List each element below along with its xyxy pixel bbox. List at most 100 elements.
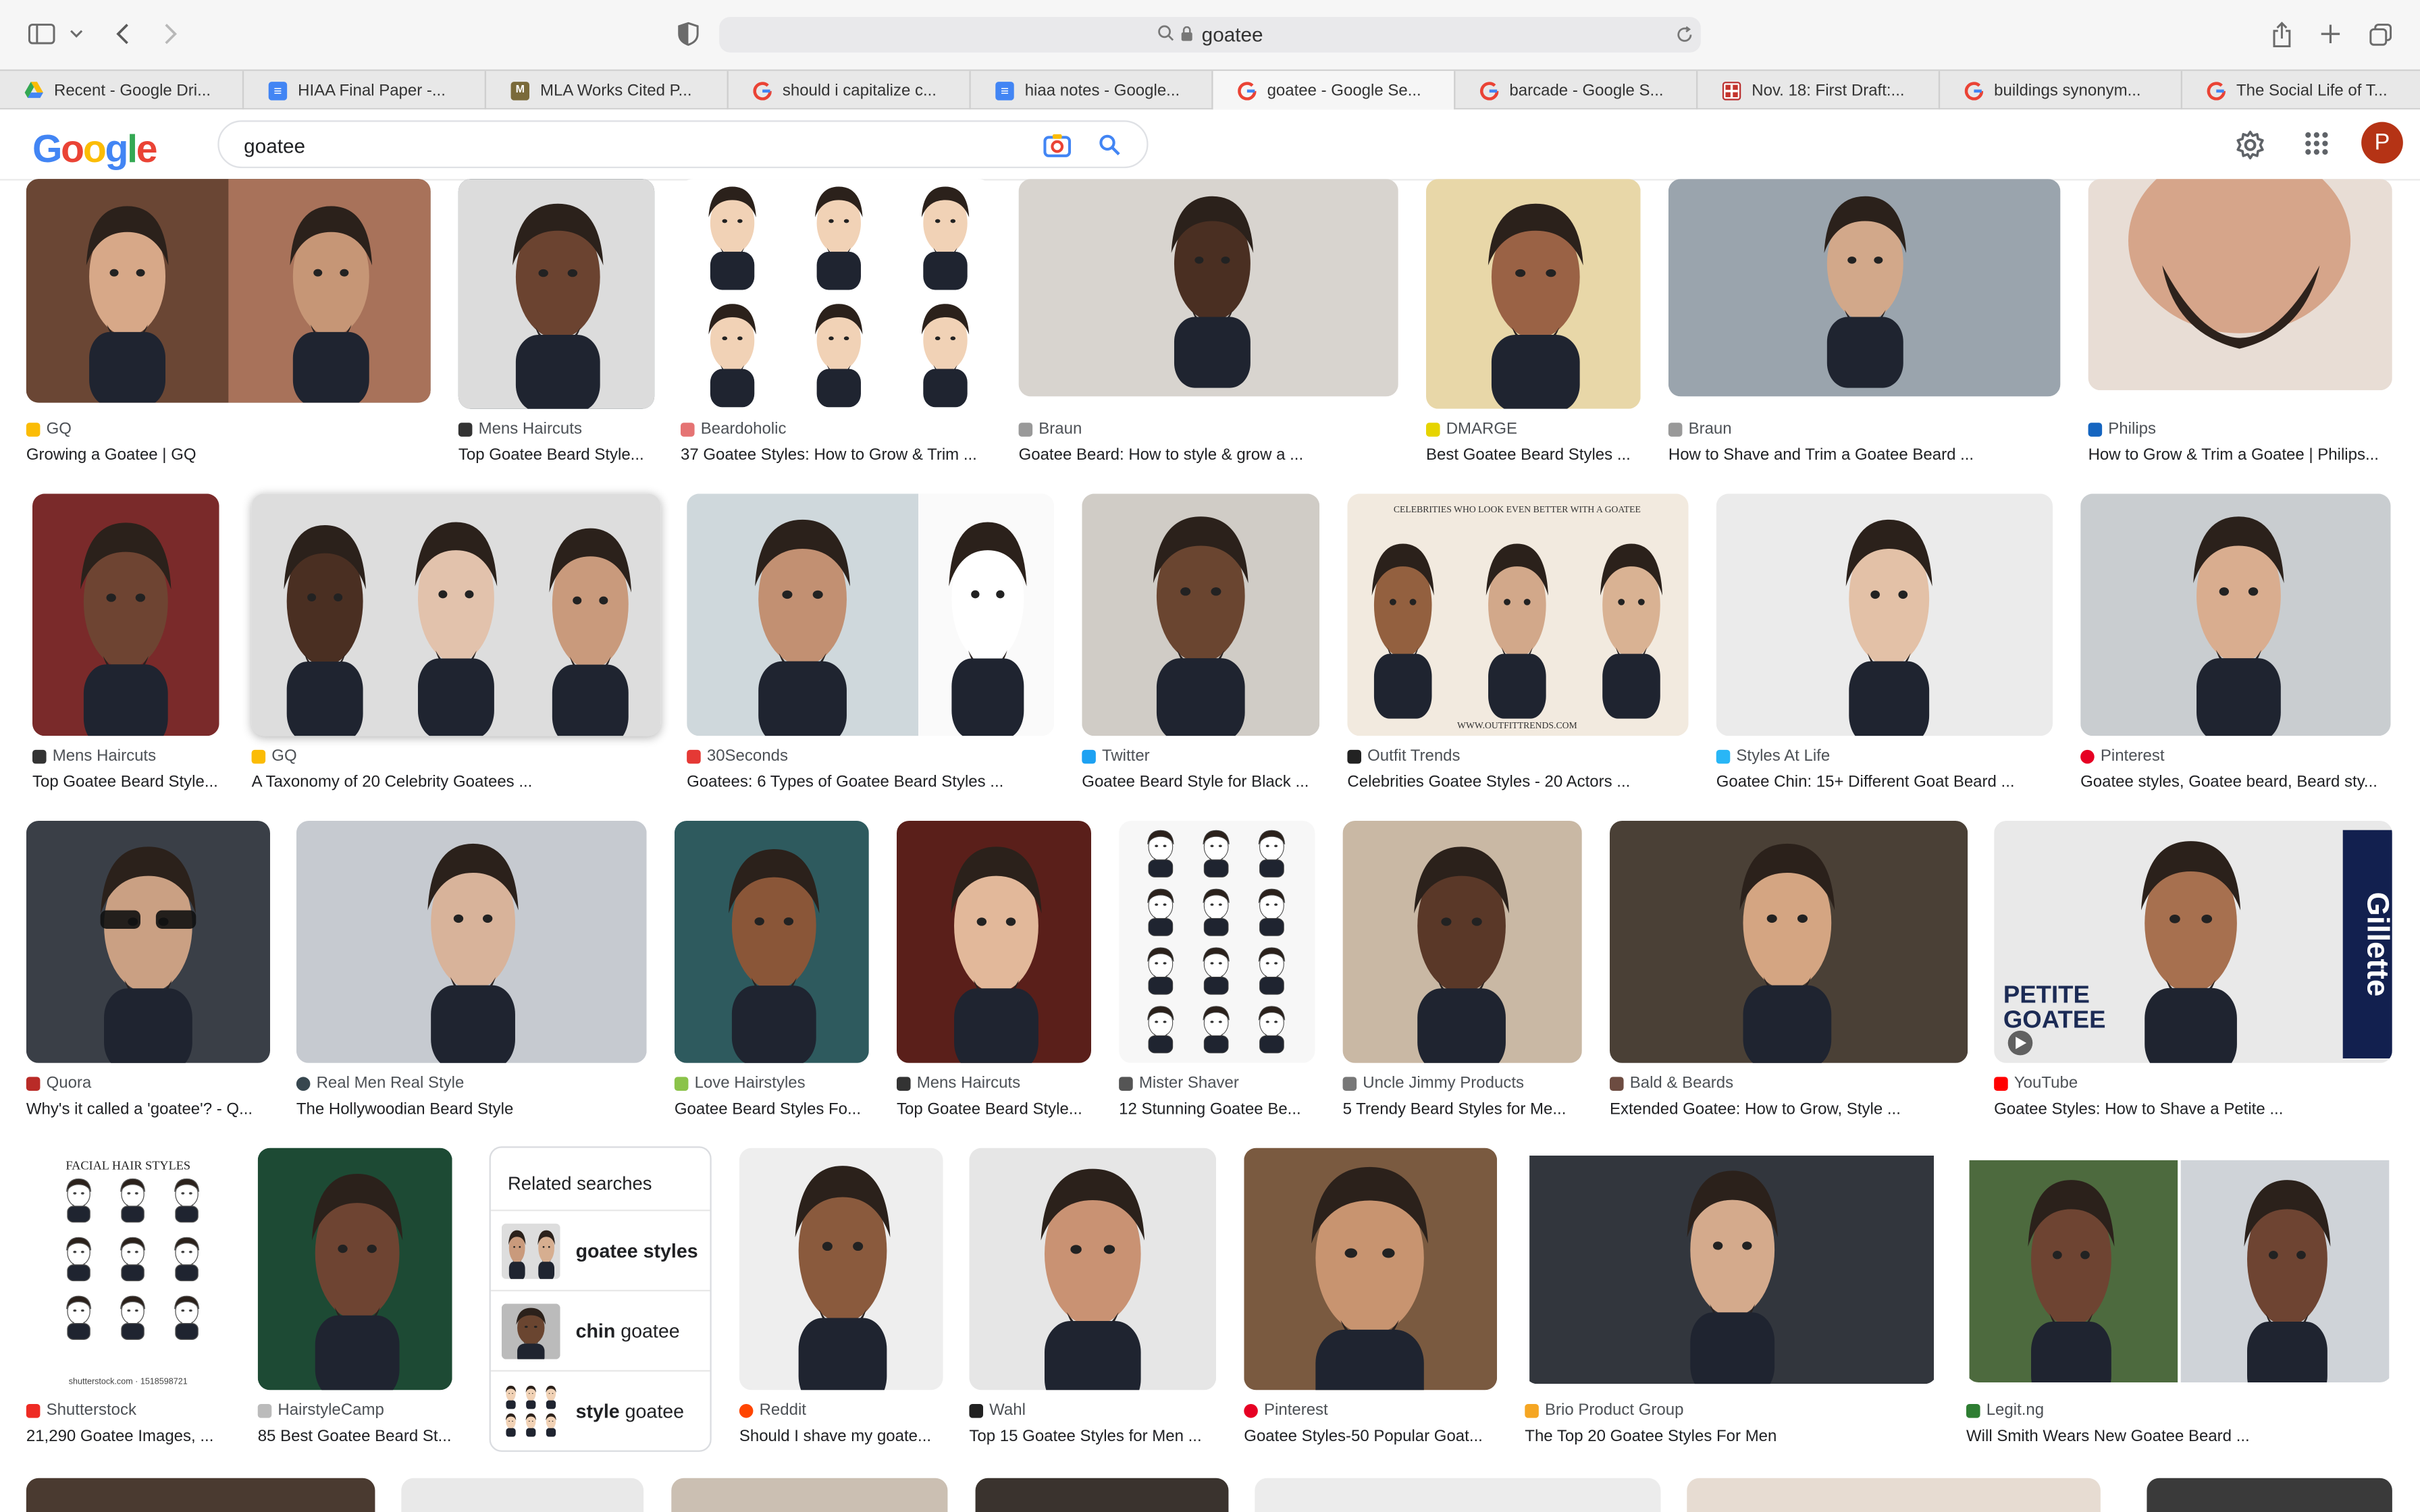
- result-thumbnail[interactable]: [257, 1148, 452, 1390]
- privacy-shield-icon[interactable]: [675, 18, 702, 49]
- result-thumbnail[interactable]: [1082, 493, 1320, 736]
- result-title[interactable]: Top 15 Goatee Styles for Men ...: [969, 1427, 1216, 1445]
- result-title[interactable]: Extended Goatee: How to Grow, Style ...: [1610, 1100, 1968, 1118]
- result-title[interactable]: Top Goatee Beard Style...: [32, 773, 226, 791]
- address-bar[interactable]: goatee: [719, 17, 1701, 53]
- tab-social-life[interactable]: The Social Life of T...: [2182, 71, 2420, 109]
- result-title[interactable]: 37 Goatee Styles: How to Grow & Trim ...: [681, 446, 991, 464]
- account-avatar[interactable]: P: [2361, 122, 2403, 164]
- search-icon[interactable]: [1096, 131, 1124, 159]
- result-thumbnail[interactable]: [674, 821, 869, 1063]
- result-thumbnail[interactable]: [1966, 1148, 2392, 1382]
- settings-gear-icon[interactable]: [2233, 128, 2265, 161]
- result-thumbnail[interactable]: [897, 821, 1092, 1063]
- result-thumbnail[interactable]: [1716, 493, 2053, 736]
- chevron-down-icon[interactable]: [65, 18, 86, 49]
- new-tab-icon[interactable]: [2317, 18, 2344, 49]
- result-thumbnail[interactable]: [1687, 1478, 2101, 1512]
- related-search-chin-goatee[interactable]: chin goatee: [490, 1289, 710, 1370]
- share-icon[interactable]: [2267, 18, 2295, 49]
- tab-hiaa-final-paper[interactable]: ≡ HIAA Final Paper -...: [244, 71, 487, 110]
- result-thumbnail[interactable]: [1018, 179, 1398, 397]
- result-thumbnail[interactable]: [401, 1478, 644, 1512]
- result-thumbnail[interactable]: [251, 493, 661, 736]
- rdj-and-sketch-image: [687, 493, 1055, 736]
- browser-toolbar: goatee: [0, 0, 2420, 70]
- result-title[interactable]: Top Goatee Beard Style...: [897, 1100, 1091, 1118]
- search-input[interactable]: [244, 131, 985, 159]
- result-thumbnail[interactable]: [296, 821, 647, 1063]
- result-title[interactable]: Should I shave my goate...: [739, 1427, 943, 1445]
- tab-buildings-synonym[interactable]: buildings synonym...: [1940, 71, 2183, 110]
- apps-grid-icon[interactable]: [2303, 130, 2330, 157]
- result-title[interactable]: Best Goatee Beard Styles ...: [1426, 446, 1641, 464]
- result-thumbnail[interactable]: [1342, 821, 1582, 1063]
- related-search-style-goatee[interactable]: style goatee: [490, 1370, 710, 1451]
- tab-overview-icon[interactable]: [2366, 18, 2394, 49]
- result-title[interactable]: Goatee Styles-50 Popular Goat...: [1244, 1427, 1497, 1445]
- outfit-url-text: WWW.OUTFITTRENDS.COM: [1457, 720, 1577, 730]
- result-thumbnail[interactable]: [2080, 493, 2391, 736]
- tab-hiaa-notes[interactable]: ≡ hiaa notes - Google...: [971, 71, 1213, 110]
- back-icon[interactable]: [108, 18, 136, 49]
- result-title[interactable]: The Hollywoodian Beard Style: [296, 1100, 647, 1118]
- result-thumbnail[interactable]: [969, 1148, 1217, 1390]
- result-thumbnail[interactable]: [1525, 1148, 1937, 1384]
- result-title[interactable]: Top Goatee Beard Style...: [458, 446, 654, 464]
- result-title[interactable]: How to Shave and Trim a Goatee Beard ...: [1668, 446, 2061, 464]
- tab-recent-google-drive[interactable]: Recent - Google Dri...: [0, 71, 244, 110]
- result-title[interactable]: 85 Best Goatee Beard St...: [258, 1427, 452, 1445]
- tab-nov-18-first-draft[interactable]: Nov. 18: First Draft:...: [1698, 71, 1941, 110]
- related-search-goatee-styles[interactable]: goatee styles: [490, 1210, 710, 1290]
- camera-search-icon[interactable]: [1042, 131, 1073, 159]
- search-box[interactable]: [217, 120, 1149, 169]
- result-thumbnail[interactable]: [2088, 179, 2392, 391]
- result-title[interactable]: 5 Trendy Beard Styles for Me...: [1343, 1100, 1582, 1118]
- result-thumbnail[interactable]: [32, 493, 219, 736]
- result-thumbnail[interactable]: [26, 821, 271, 1063]
- result-title[interactable]: The Top 20 Goatee Styles For Men: [1525, 1427, 1937, 1445]
- result-thumbnail[interactable]: [458, 179, 655, 409]
- result-title[interactable]: Goatee styles, Goatee beard, Beard sty..…: [2080, 773, 2390, 791]
- result-title[interactable]: Goatee Chin: 15+ Different Goat Beard ..…: [1716, 773, 2053, 791]
- result-title[interactable]: 12 Stunning Goatee Be...: [1119, 1100, 1315, 1118]
- result-title[interactable]: Celebrities Goatee Styles - 20 Actors ..…: [1347, 773, 1688, 791]
- result-thumbnail[interactable]: [26, 1478, 375, 1512]
- result-title[interactable]: How to Grow & Trim a Goatee | Philips...: [2088, 446, 2392, 464]
- result-thumbnail[interactable]: [1610, 821, 1968, 1063]
- tab-should-i-capitalize[interactable]: should i capitalize c...: [729, 71, 971, 110]
- reload-icon[interactable]: [1673, 18, 1695, 49]
- forward-icon[interactable]: [156, 18, 184, 49]
- result-thumbnail[interactable]: Gillette PETITE GOATEE: [1994, 821, 2392, 1063]
- result-thumbnail[interactable]: [687, 493, 1055, 736]
- result-thumbnail[interactable]: [1668, 179, 2061, 397]
- result-title[interactable]: Goatee Beard Style for Black ...: [1082, 773, 1319, 791]
- result-title[interactable]: Goatees: 6 Types of Goatee Beard Styles …: [687, 773, 1054, 791]
- sidebar-toggle-icon[interactable]: [25, 18, 59, 49]
- result-title[interactable]: 21,290 Goatee Images, ...: [26, 1427, 232, 1445]
- result-thumbnail[interactable]: [2147, 1478, 2392, 1512]
- result-thumbnail[interactable]: [681, 179, 991, 409]
- result-thumbnail[interactable]: [975, 1478, 1229, 1512]
- result-thumbnail[interactable]: [1255, 1478, 1661, 1512]
- result-title[interactable]: A Taxonomy of 20 Celebrity Goatees ...: [252, 773, 661, 791]
- result-title[interactable]: Goatee Beard: How to style & grow a ...: [1019, 446, 1398, 464]
- google-logo[interactable]: Google: [32, 128, 157, 173]
- result-thumbnail[interactable]: CELEBRITIES WHO LOOK EVEN BETTER WITH A …: [1347, 493, 1689, 736]
- result-source: Love Hairstyles: [674, 1074, 806, 1092]
- tab-mla-works-cited[interactable]: M MLA Works Cited P...: [486, 71, 729, 110]
- result-thumbnail[interactable]: [1244, 1148, 1498, 1390]
- result-title[interactable]: Growing a Goatee | GQ: [26, 446, 431, 464]
- result-title[interactable]: Will Smith Wears New Goatee Beard ...: [1966, 1427, 2392, 1445]
- result-title[interactable]: Goatee Styles: How to Shave a Petite ...: [1994, 1100, 2392, 1118]
- result-thumbnail[interactable]: [1119, 821, 1315, 1063]
- tab-goatee-google-search[interactable]: goatee - Google Se...: [1213, 71, 1456, 110]
- result-thumbnail[interactable]: FACIAL HAIR STYLES shutterstock.com · 15…: [26, 1148, 232, 1390]
- result-thumbnail[interactable]: [671, 1478, 948, 1512]
- result-thumbnail[interactable]: [1426, 179, 1641, 409]
- result-thumbnail[interactable]: [739, 1148, 943, 1390]
- tab-barcade-google-search[interactable]: barcade - Google S...: [1455, 71, 1698, 110]
- result-thumbnail[interactable]: [26, 179, 431, 403]
- result-title[interactable]: Why's it called a 'goatee'? - Q...: [26, 1100, 270, 1118]
- result-title[interactable]: Goatee Beard Styles Fo...: [675, 1100, 869, 1118]
